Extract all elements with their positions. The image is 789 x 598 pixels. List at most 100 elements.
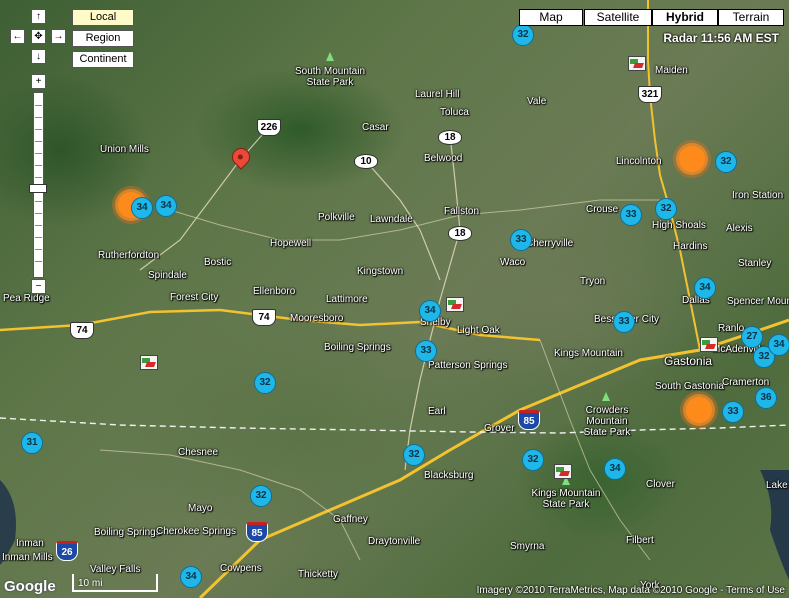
place-label: Cowpens bbox=[220, 563, 262, 574]
place-label: Laurel Hill bbox=[415, 89, 460, 100]
place-label: Union Mills bbox=[100, 144, 149, 155]
route-shield-us-74: 74 bbox=[70, 322, 94, 339]
storm-marker[interactable]: 34 bbox=[604, 458, 626, 480]
park-label: South Mountain State Park bbox=[294, 66, 366, 88]
place-label: Tryon bbox=[580, 276, 606, 287]
place-label: Ellenboro bbox=[253, 286, 296, 297]
storm-marker[interactable]: 27 bbox=[741, 326, 763, 348]
place-label: Lincolnton bbox=[616, 156, 662, 167]
place-label: Mooresboro bbox=[290, 313, 344, 324]
storm-marker[interactable]: 33 bbox=[510, 229, 532, 251]
pan-left-button[interactable]: ← bbox=[10, 29, 25, 44]
scale-label: 10 mi bbox=[78, 578, 103, 589]
weather-flag-icon[interactable] bbox=[554, 464, 572, 479]
weather-flag-icon[interactable] bbox=[446, 297, 464, 312]
park-tree-icon bbox=[326, 52, 334, 61]
storm-marker[interactable]: 32 bbox=[655, 198, 677, 220]
place-label: Toluca bbox=[440, 107, 469, 118]
place-label: Filbert bbox=[626, 535, 654, 546]
storm-marker[interactable]: 33 bbox=[415, 340, 437, 362]
storm-marker[interactable]: 31 bbox=[21, 432, 43, 454]
scale-continent-button[interactable]: Continent bbox=[72, 51, 134, 68]
place-label: Bostic bbox=[204, 257, 232, 268]
map-type-satellite-button[interactable]: Satellite bbox=[584, 9, 652, 26]
weather-flag-icon[interactable] bbox=[628, 56, 646, 71]
map-canvas[interactable]: Union Mills Rutherfordton Spindale Fores… bbox=[0, 0, 789, 598]
sun-weather-icon[interactable] bbox=[679, 146, 705, 172]
place-label: Boiling Springs bbox=[94, 527, 161, 538]
route-shield-nc-18: 18 bbox=[438, 130, 462, 145]
place-label: Cherokee Springs bbox=[156, 526, 237, 537]
place-label: Rutherfordton bbox=[98, 250, 160, 261]
place-label: Spindale bbox=[148, 270, 187, 281]
place-label: Spencer Mountain bbox=[727, 296, 789, 307]
place-label: Fallston bbox=[444, 206, 480, 217]
park-tree-icon bbox=[602, 392, 610, 401]
radar-timestamp: Radar 11:56 AM EST bbox=[663, 31, 779, 45]
weather-flag-icon[interactable] bbox=[140, 355, 158, 370]
storm-marker[interactable]: 33 bbox=[613, 311, 635, 333]
place-label: Maiden bbox=[655, 65, 688, 76]
place-label: Inman bbox=[16, 538, 44, 549]
place-label: Stanley bbox=[738, 258, 772, 269]
place-label: Grover bbox=[484, 423, 515, 434]
storm-marker[interactable]: 32 bbox=[522, 449, 544, 471]
place-label: Draytonville bbox=[368, 536, 421, 547]
storm-marker[interactable]: 33 bbox=[620, 204, 642, 226]
map-attribution[interactable]: Imagery ©2010 TerraMetrics, Map data ©20… bbox=[477, 585, 785, 596]
place-label: Polkville bbox=[318, 212, 355, 223]
storm-marker[interactable]: 34 bbox=[694, 277, 716, 299]
route-shield-nc-10: 10 bbox=[354, 154, 378, 169]
road-local-2 bbox=[99, 449, 361, 561]
pan-down-button[interactable]: ↓ bbox=[31, 49, 46, 64]
storm-marker[interactable]: 32 bbox=[254, 372, 276, 394]
pan-up-button[interactable]: ↑ bbox=[31, 9, 46, 24]
storm-marker[interactable]: 34 bbox=[131, 197, 153, 219]
place-label: Vale bbox=[527, 96, 547, 107]
route-shield-i-85: 85 bbox=[246, 522, 268, 542]
route-shield-us-74: 74 bbox=[252, 309, 276, 326]
place-label: Earl bbox=[428, 406, 446, 417]
place-label: Chesnee bbox=[178, 447, 219, 458]
storm-marker[interactable]: 32 bbox=[403, 444, 425, 466]
scale-region-button[interactable]: Region bbox=[72, 30, 134, 47]
zoom-slider-thumb[interactable] bbox=[29, 184, 47, 193]
road-local-3 bbox=[539, 339, 651, 561]
sun-weather-icon[interactable] bbox=[686, 397, 712, 423]
storm-marker[interactable]: 32 bbox=[250, 485, 272, 507]
google-logo[interactable]: Google bbox=[4, 578, 56, 595]
place-label: Inman Mills bbox=[2, 552, 53, 563]
place-label: Waco bbox=[500, 257, 526, 268]
storm-marker[interactable]: 36 bbox=[755, 387, 777, 409]
place-label: Patterson Springs bbox=[428, 360, 508, 371]
weather-flag-icon[interactable] bbox=[700, 337, 718, 352]
place-label: Hopewell bbox=[270, 238, 312, 249]
park-label: Kings Mountain State Park bbox=[531, 488, 601, 510]
scale-local-button[interactable]: Local bbox=[72, 9, 134, 26]
map-type-terrain-button[interactable]: Terrain bbox=[718, 9, 784, 26]
state-border bbox=[0, 417, 789, 434]
route-shield-us-226: 226 bbox=[257, 119, 281, 136]
storm-marker[interactable]: 32 bbox=[715, 151, 737, 173]
storm-marker[interactable]: 32 bbox=[512, 24, 534, 46]
map-type-hybrid-button[interactable]: Hybrid bbox=[652, 9, 718, 26]
place-label: Gaffney bbox=[333, 514, 368, 525]
storm-marker[interactable]: 34 bbox=[180, 566, 202, 588]
map-type-map-button[interactable]: Map bbox=[519, 9, 583, 26]
place-label: South Gastonia bbox=[655, 381, 724, 392]
place-label: Light Oak bbox=[457, 325, 500, 336]
pan-center-button[interactable]: ✥ bbox=[31, 29, 46, 44]
storm-marker[interactable]: 34 bbox=[419, 300, 441, 322]
storm-marker[interactable]: 33 bbox=[722, 401, 744, 423]
storm-marker[interactable]: 34 bbox=[768, 334, 789, 356]
storm-marker[interactable]: 34 bbox=[155, 195, 177, 217]
place-label: Iron Station bbox=[732, 190, 784, 201]
pan-right-button[interactable]: → bbox=[51, 29, 66, 44]
place-label: Crouse bbox=[586, 204, 619, 215]
place-label: Ranlo bbox=[718, 323, 745, 334]
place-label: Forest City bbox=[170, 292, 219, 303]
place-label: Clover bbox=[646, 479, 675, 490]
place-label: Hardins bbox=[673, 241, 708, 252]
zoom-out-button[interactable]: − bbox=[31, 279, 46, 294]
zoom-in-button[interactable]: + bbox=[31, 74, 46, 89]
